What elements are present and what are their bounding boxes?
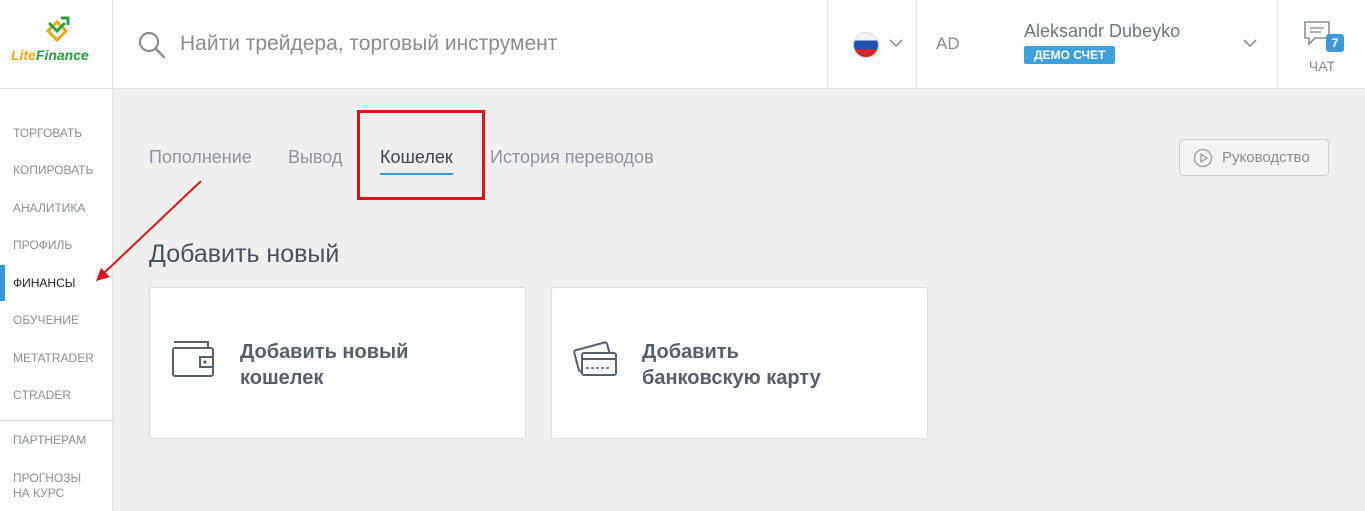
guide-button[interactable]: Руководство [1179, 139, 1329, 176]
sidebar-nav: ТОРГОВАТЬ КОПИРОВАТЬ АНАЛИТИКА ПРОФИЛЬ Ф… [0, 89, 113, 511]
sidebar-item-partners[interactable]: ПАРТНЕРАМ [0, 428, 113, 452]
sidebar-item-forecasts-line1: ПРОГНОЗЫ [13, 471, 82, 485]
annotation-highlight-box [357, 110, 485, 200]
section-title: Добавить новый [149, 240, 340, 268]
sidebar-divider [0, 420, 113, 421]
play-circle-icon [1193, 148, 1213, 168]
user-menu[interactable]: AD Aleksandr Dubeyko ДЕМО СЧЕТ [918, 0, 1278, 88]
chat-label: ЧАТ [1308, 58, 1336, 74]
sidebar-item-education[interactable]: ОБУЧЕНИЕ [0, 308, 113, 332]
add-bank-card-card[interactable]: Добавить банковскую карту [551, 287, 928, 439]
chevron-down-icon [1243, 39, 1257, 48]
sidebar-item-profile[interactable]: ПРОФИЛЬ [0, 233, 113, 257]
user-name: Aleksandr Dubeyko [1024, 21, 1181, 41]
user-initials: AD [936, 34, 960, 53]
sidebar-item-forecasts[interactable]: ПРОГНОЗЫ НА КУРС [0, 471, 113, 505]
sidebar-item-metatrader[interactable]: METATRADER [0, 346, 113, 370]
top-header: LiteFinance AD Aleksandr Dubeyko ДЕМО СЧ… [0, 0, 1365, 89]
brand-name: LiteFinance [11, 47, 89, 63]
brand-logo[interactable]: LiteFinance [0, 0, 113, 88]
sidebar-item-ctrader[interactable]: CTRADER [0, 383, 113, 407]
chat-unread-badge: 7 [1326, 34, 1344, 52]
tab-transfer-history[interactable]: История переводов [490, 147, 654, 168]
add-wallet-card[interactable]: Добавить новый кошелек [149, 287, 526, 439]
chevron-down-icon [889, 39, 903, 48]
sidebar-item-finance[interactable]: ФИНАНСЫ [0, 271, 113, 295]
add-bank-card-label: Добавить банковскую карту [642, 339, 902, 391]
brand-name-part1: Lite [11, 47, 36, 63]
sidebar-item-copy[interactable]: КОПИРОВАТЬ [0, 158, 113, 182]
wallet-icon [172, 341, 214, 377]
add-wallet-label-line1: Добавить новый [240, 341, 409, 363]
bank-card-icon [573, 341, 617, 376]
search-bar [114, 0, 828, 88]
search-input[interactable] [180, 26, 800, 62]
tab-withdraw[interactable]: Вывод [288, 147, 342, 168]
add-wallet-label: Добавить новый кошелек [240, 339, 500, 391]
chat-button[interactable]: 7 ЧАТ [1279, 0, 1365, 88]
sidebar-item-analytics[interactable]: АНАЛИТИКА [0, 196, 113, 220]
account-type-badge: ДЕМО СЧЕТ [1024, 46, 1116, 64]
add-bank-card-label-line2: банковскую карту [642, 367, 821, 389]
brand-name-part2: Finance [35, 47, 89, 63]
sidebar-item-forecasts-line2: НА КУРС [13, 486, 65, 500]
add-wallet-label-line2: кошелек [240, 367, 324, 389]
guide-label: Руководство [1222, 149, 1310, 166]
language-selector[interactable] [829, 0, 917, 88]
litefinance-logo-icon [45, 16, 70, 43]
search-icon[interactable] [138, 31, 166, 59]
add-bank-card-label-line1: Добавить [642, 341, 739, 363]
russia-flag-icon [853, 32, 879, 58]
tab-deposit[interactable]: Пополнение [149, 147, 252, 168]
sidebar-item-trade[interactable]: ТОРГОВАТЬ [0, 121, 113, 145]
